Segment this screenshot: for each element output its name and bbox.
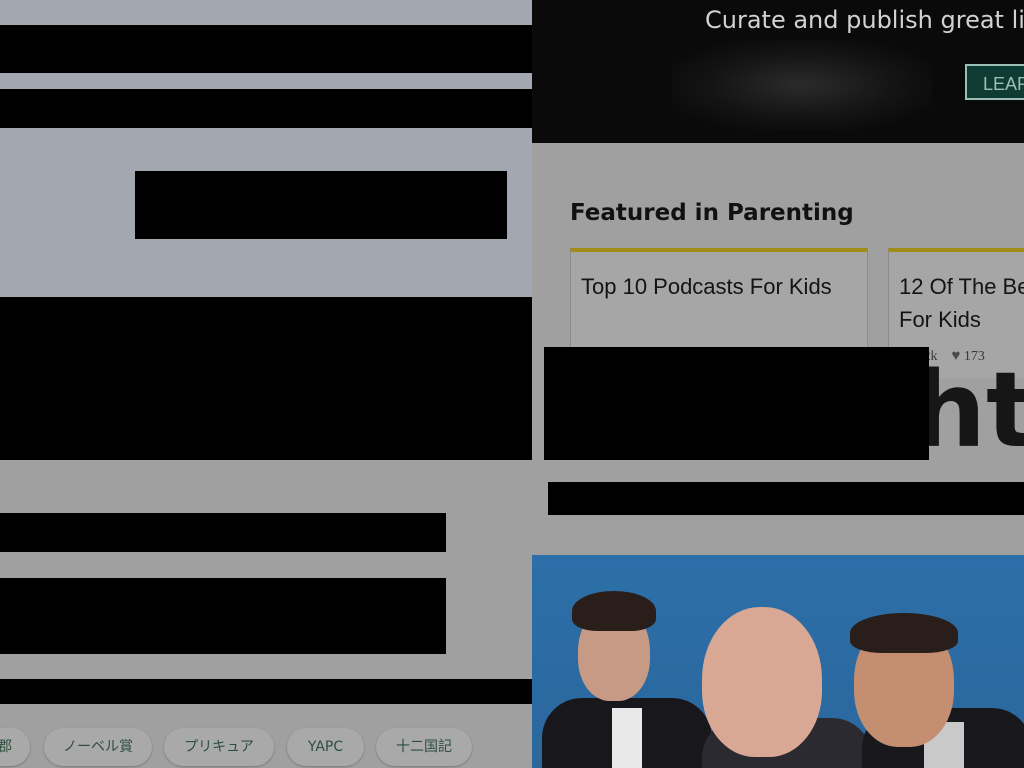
hero-banner: Curate and publish great list LEAR bbox=[532, 0, 1024, 143]
podcast-cover-photo bbox=[532, 555, 1024, 768]
redacted-block bbox=[0, 679, 532, 704]
right-pane: Curate and publish great list LEAR Featu… bbox=[532, 0, 1024, 768]
featured-heading: Featured in Parenting bbox=[570, 200, 854, 226]
learn-more-button[interactable]: LEAR bbox=[965, 64, 1024, 100]
photo-figure bbox=[850, 613, 958, 653]
tag-chip[interactable]: ノーベル賞 bbox=[44, 728, 152, 766]
photo-figure bbox=[702, 607, 822, 757]
hero-background-image bbox=[672, 40, 932, 130]
redacted-block bbox=[0, 25, 532, 73]
tag-chip[interactable]: 郡 bbox=[0, 728, 30, 766]
card-title[interactable]: Top 10 Podcasts For Kids bbox=[581, 270, 832, 303]
photo-figure bbox=[612, 708, 642, 768]
left-pane: 郡 ノーベル賞 プリキュア YAPC 十二国記 bbox=[0, 0, 532, 768]
redacted-block bbox=[544, 347, 929, 460]
redacted-button bbox=[135, 171, 507, 239]
card-title[interactable]: 12 Of The Be For Kids bbox=[899, 270, 1024, 336]
redacted-block bbox=[0, 297, 532, 460]
keyword-tag-row: 郡 ノーベル賞 プリキュア YAPC 十二国記 bbox=[0, 728, 532, 768]
hero-tagline: Curate and publish great list bbox=[705, 6, 1024, 34]
tag-chip[interactable]: YAPC bbox=[287, 728, 364, 766]
photo-figure bbox=[572, 591, 656, 631]
redacted-block bbox=[0, 89, 532, 128]
tag-chip[interactable]: プリキュア bbox=[164, 728, 274, 766]
redacted-block bbox=[548, 482, 1024, 515]
redacted-block bbox=[0, 578, 446, 654]
redacted-block bbox=[0, 513, 446, 552]
tag-chip[interactable]: 十二国記 bbox=[376, 728, 472, 766]
